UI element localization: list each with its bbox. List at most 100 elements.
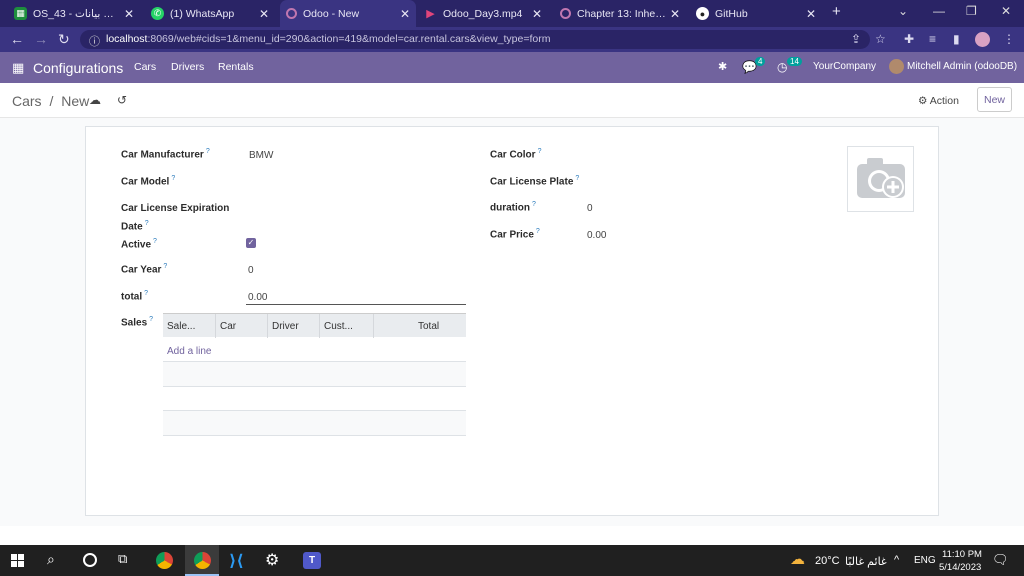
car-year-field[interactable]: 0 — [248, 265, 254, 276]
help-tooltip-icon[interactable]: ? — [532, 201, 536, 208]
browser-menu-icon[interactable]: ⋮ — [1003, 32, 1015, 46]
help-tooltip-icon[interactable]: ? — [171, 175, 175, 182]
duration-field[interactable]: 0 — [587, 203, 593, 214]
cortana-icon[interactable] — [83, 553, 97, 567]
column-header-driver[interactable]: Driver — [272, 321, 299, 332]
menu-rentals[interactable]: Rentals — [218, 61, 254, 73]
browser-tab-title: Odoo - New — [303, 7, 360, 20]
minimize-icon[interactable]: — — [933, 4, 945, 18]
car-license-plate-field[interactable] — [587, 176, 787, 189]
column-header-customer[interactable]: Cust... — [324, 321, 353, 332]
debug-bug-icon[interactable]: ✱ — [718, 60, 727, 73]
browser-tab[interactable]: Chapter 13: Inheritanc ✕ — [554, 0, 686, 27]
teams-icon[interactable]: T — [303, 552, 321, 569]
add-a-line-link[interactable]: Add a line — [167, 346, 211, 357]
browser-tab[interactable]: ● GitHub ✕ — [690, 0, 822, 27]
browser-tab-active[interactable]: Odoo - New ✕ — [280, 0, 416, 27]
field-label-text: Car Model — [121, 176, 170, 188]
close-icon[interactable]: ✕ — [532, 7, 542, 21]
help-tooltip-icon[interactable]: ? — [153, 238, 157, 245]
column-header-sale[interactable]: Sale... — [167, 321, 195, 332]
car-license-expiration-field[interactable] — [249, 203, 466, 216]
close-icon[interactable]: ✕ — [400, 7, 410, 21]
help-tooltip-icon[interactable]: ? — [206, 148, 210, 155]
apps-menu-icon[interactable]: ▦ — [12, 60, 24, 76]
column-divider — [215, 314, 216, 338]
help-tooltip-icon[interactable]: ? — [538, 148, 542, 155]
car-model-field[interactable] — [249, 176, 466, 189]
car-price-field[interactable]: 0.00 — [587, 230, 606, 241]
browser-tab[interactable]: ✆ (1) WhatsApp ✕ — [145, 0, 275, 27]
new-record-button[interactable]: New — [977, 87, 1012, 112]
close-icon[interactable]: ✕ — [259, 7, 269, 21]
discard-undo-icon[interactable]: ↺ — [117, 93, 127, 107]
help-tooltip-icon[interactable]: ? — [144, 290, 148, 297]
side-panel-icon[interactable]: ▮ — [953, 32, 960, 46]
extensions-icon[interactable]: ✚ — [904, 32, 914, 46]
user-menu[interactable]: Mitchell Admin (odooDB) — [907, 61, 1017, 72]
weather-cloud-icon[interactable]: ☁ — [790, 550, 805, 568]
help-tooltip-icon[interactable]: ? — [575, 175, 579, 182]
browser-tab[interactable]: ▶ Odoo_Day3.mp4 ✕ — [418, 0, 548, 27]
url-input[interactable]: ⓘ localhost:8069/web#cids=1&menu_id=290&… — [80, 30, 870, 49]
column-header-total[interactable]: Total — [418, 321, 439, 332]
new-tab-icon[interactable]: + — [832, 3, 841, 20]
clock-date[interactable]: 5/14/2023 — [939, 562, 981, 573]
notifications-icon[interactable]: 🗨 — [992, 552, 1009, 568]
user-avatar[interactable] — [889, 59, 904, 74]
breadcrumb-parent[interactable]: Cars — [12, 93, 42, 109]
active-checkbox[interactable]: ✓ — [246, 238, 256, 248]
car-image-upload[interactable] — [847, 146, 914, 212]
window-close-icon[interactable]: ✕ — [1001, 4, 1011, 18]
settings-gear-icon[interactable]: ⚙ — [265, 550, 279, 570]
windows-start-icon[interactable] — [11, 554, 24, 567]
breadcrumb: Cars / New — [12, 93, 89, 109]
table-row-divider — [163, 435, 466, 436]
column-divider — [267, 314, 268, 338]
site-info-icon[interactable]: ⓘ — [89, 33, 100, 49]
column-header-car[interactable]: Car — [220, 321, 236, 332]
active-label: Active? — [121, 238, 157, 250]
help-tooltip-icon[interactable]: ? — [145, 220, 149, 227]
windows-taskbar: ⌕ ⧉ ⟩⟨ ⚙ T ☁ 20°C غائم غالبًا ^ ENG 11:1… — [0, 545, 1024, 576]
help-tooltip-icon[interactable]: ? — [149, 316, 153, 323]
close-icon[interactable]: ✕ — [806, 7, 816, 21]
bookmark-star-icon[interactable]: ☆ — [875, 32, 886, 46]
tab-search-icon[interactable]: ⌄ — [898, 4, 908, 18]
car-color-field[interactable] — [587, 149, 787, 162]
help-tooltip-icon[interactable]: ? — [536, 228, 540, 235]
duration-label: duration? — [490, 201, 536, 213]
action-menu[interactable]: ⚙ Action — [918, 95, 959, 107]
menu-drivers[interactable]: Drivers — [171, 61, 204, 73]
help-tooltip-icon[interactable]: ? — [163, 263, 167, 270]
close-icon[interactable]: ✕ — [124, 7, 134, 21]
language-indicator[interactable]: ENG — [914, 555, 936, 566]
weather-description[interactable]: غائم غالبًا — [845, 555, 887, 568]
taskbar-active-app[interactable] — [185, 545, 219, 576]
forward-icon[interactable]: → — [34, 31, 48, 47]
menu-cars[interactable]: Cars — [134, 61, 156, 73]
car-manufacturer-field[interactable]: BMW — [249, 150, 273, 161]
clock-time[interactable]: 11:10 PM — [942, 549, 982, 560]
car-model-label: Car Model? — [121, 175, 175, 187]
media-control-icon[interactable]: ≡ — [929, 32, 936, 46]
close-icon[interactable]: ✕ — [670, 7, 680, 21]
activities-clock-icon[interactable]: ◷ — [777, 60, 787, 74]
browser-tab[interactable]: ▦ OS_43 - جداول بيانات ✕ — [8, 0, 140, 27]
weather-temperature[interactable]: 20°C — [815, 555, 840, 567]
back-icon[interactable]: ← — [10, 31, 24, 47]
search-icon[interactable]: ⌕ — [47, 551, 55, 568]
task-view-icon[interactable]: ⧉ — [118, 551, 127, 567]
tray-expand-icon[interactable]: ^ — [894, 554, 899, 566]
reload-icon[interactable]: ↻ — [58, 31, 70, 48]
restore-icon[interactable]: ❐ — [966, 4, 977, 18]
profile-avatar-icon[interactable] — [975, 32, 990, 47]
company-switcher[interactable]: YourCompany — [813, 61, 876, 72]
vscode-icon[interactable]: ⟩⟨ — [229, 551, 244, 571]
share-icon[interactable]: ⇪ — [851, 32, 861, 46]
total-field[interactable]: 0.00 — [248, 292, 267, 303]
app-name[interactable]: Configurations — [33, 60, 123, 76]
chrome-icon[interactable] — [156, 552, 173, 569]
address-bar-row: ← → ↻ ⓘ localhost:8069/web#cids=1&menu_i… — [0, 27, 1024, 52]
save-cloud-icon[interactable]: ☁ — [89, 93, 101, 107]
